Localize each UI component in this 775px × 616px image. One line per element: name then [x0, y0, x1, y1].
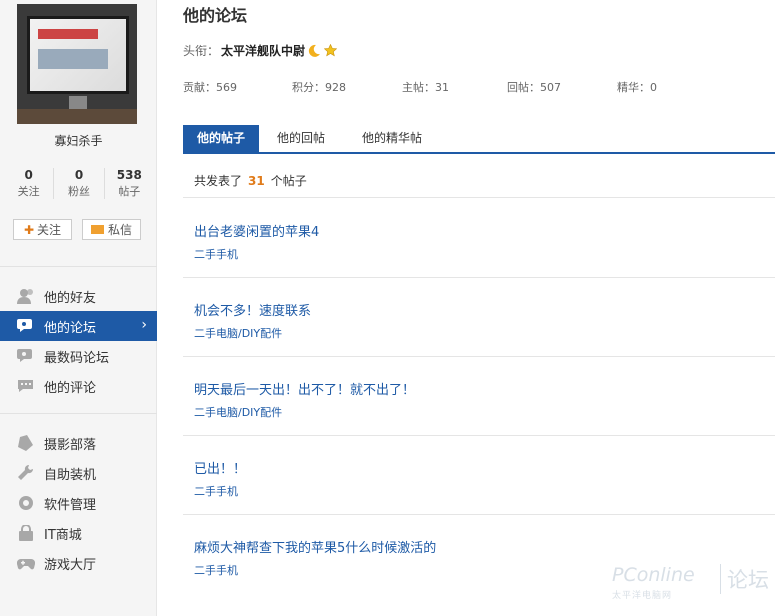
divider [0, 266, 157, 267]
mail-icon [90, 225, 104, 234]
shop-icon [17, 525, 35, 541]
chevron-right-icon: › [141, 317, 147, 333]
stat-followers[interactable]: 0 粉丝 [54, 168, 105, 199]
sidebar-item-digital-forum[interactable]: 最数码论坛 [0, 341, 157, 371]
watermark-sub: 太平洋电脑网 [612, 591, 673, 601]
friends-icon [17, 288, 35, 304]
sidebar-item-label: 他的论坛 [44, 320, 97, 336]
message-button[interactable]: 私信 [82, 219, 141, 240]
count-value: 31 [248, 174, 265, 188]
count-suffix: 个帖子 [270, 174, 307, 188]
list-item: 机会不多！速度联系 二手电脑/DIY配件 [183, 277, 775, 357]
info-points: 积分：928 [292, 81, 346, 94]
list-item: 出台老婆闲置的苹果4 二手手机 [183, 198, 775, 278]
list-item: 已出！！ 二手手机 [183, 435, 775, 515]
post-title-link[interactable]: 出台老婆闲置的苹果4 [194, 221, 319, 240]
post-category-link[interactable]: 二手手机 [194, 562, 238, 578]
stat-value: 538 [116, 168, 142, 182]
sidebar-item-label: 自助装机 [44, 467, 97, 483]
watermark-forum: 论坛 [720, 564, 769, 594]
digital-forum-icon [17, 348, 35, 364]
sidebar-nav-secondary: 摄影部落 自助装机 软件管理 IT商城 游戏大厅 [0, 428, 157, 578]
info-featured: 精华：0 [617, 81, 657, 94]
stat-label: 帖子 [118, 185, 141, 198]
stat-label: 粉丝 [67, 185, 90, 198]
sidebar-item-games[interactable]: 游戏大厅 [0, 548, 157, 578]
tab-his-featured[interactable]: 他的精华帖 [347, 125, 437, 152]
info-topics: 主帖：31 [402, 81, 449, 94]
stat-label: 关注 [17, 185, 40, 198]
post-category-link[interactable]: 二手电脑/DIY配件 [194, 404, 282, 420]
list-item: 明天最后一天出！出不了！就不出了！ 二手电脑/DIY配件 [183, 356, 775, 436]
follow-label: 关注 [37, 223, 62, 237]
gamepad-icon [17, 555, 35, 571]
sidebar-item-software[interactable]: 软件管理 [0, 488, 157, 518]
stat-following[interactable]: 0 关注 [4, 168, 55, 199]
sidebar-nav-primary: 他的好友 他的论坛 › 最数码论坛 他的评论 [0, 281, 157, 401]
user-stats: 0 关注 0 粉丝 538 帖子 [4, 168, 154, 199]
comment-icon [17, 378, 35, 394]
post-title-link[interactable]: 机会不多！速度联系 [194, 300, 311, 319]
stat-value: 0 [74, 168, 84, 182]
tab-his-replies[interactable]: 他的回帖 [265, 125, 337, 152]
wrench-icon [17, 465, 35, 481]
stat-posts[interactable]: 538 帖子 [105, 168, 154, 199]
stat-value: 0 [24, 168, 33, 182]
page-title: 他的论坛 [183, 6, 248, 25]
sidebar-item-label: 游戏大厅 [44, 557, 97, 573]
software-icon [17, 495, 35, 511]
photo-icon [17, 435, 35, 451]
post-tabs: 他的帖子 他的回帖 他的精华帖 [183, 125, 775, 154]
message-label: 私信 [107, 223, 132, 237]
avatar-monitor-image [27, 16, 129, 94]
sidebar-item-label: IT商城 [44, 527, 82, 543]
sidebar-item-photo[interactable]: 摄影部落 [0, 428, 157, 458]
star-icon [323, 43, 338, 57]
sidebar-item-it-shop[interactable]: IT商城 [0, 518, 157, 548]
sidebar-item-comments[interactable]: 他的评论 [0, 371, 157, 401]
user-rank: 头衔： 太平洋舰队中尉 [183, 42, 338, 59]
divider [0, 413, 157, 414]
sidebar-item-label: 他的评论 [44, 380, 97, 396]
username[interactable]: 寡妇杀手 [0, 132, 157, 149]
sidebar-item-friends[interactable]: 他的好友 [0, 281, 157, 311]
watermark-brand: PConline [612, 564, 695, 586]
post-category-link[interactable]: 二手手机 [194, 483, 238, 499]
info-replies: 回帖：507 [507, 81, 561, 94]
sidebar-item-diy[interactable]: 自助装机 [0, 458, 157, 488]
rank-label: 头衔： [183, 44, 220, 58]
forum-icon [17, 318, 35, 334]
profile-sidebar: 寡妇杀手 0 关注 0 粉丝 538 帖子 ✚ 关注 私信 他的好友 他的论坛 … [0, 0, 157, 616]
avatar[interactable] [17, 4, 137, 124]
tab-his-posts[interactable]: 他的帖子 [183, 125, 259, 152]
sidebar-item-label: 最数码论坛 [44, 350, 110, 366]
rank-value: 太平洋舰队中尉 [221, 44, 306, 58]
post-category-link[interactable]: 二手手机 [194, 246, 238, 262]
info-contribution: 贡献：569 [183, 81, 237, 94]
moon-icon [308, 44, 321, 57]
post-count: 共发表了 31 个帖子 [194, 172, 307, 189]
post-category-link[interactable]: 二手电脑/DIY配件 [194, 325, 282, 341]
post-title-link[interactable]: 已出！！ [194, 458, 246, 477]
sidebar-item-forum[interactable]: 他的论坛 › [0, 311, 157, 341]
post-title-link[interactable]: 麻烦大神帮查下我的苹果5什么时候激活的 [194, 537, 436, 556]
sidebar-item-label: 软件管理 [44, 497, 97, 513]
pconline-watermark: PConline 太平洋电脑网 论坛 [612, 558, 772, 602]
sidebar-item-label: 他的好友 [44, 290, 97, 306]
follow-button[interactable]: ✚ 关注 [13, 219, 72, 240]
plus-icon: ✚ [23, 222, 35, 237]
count-prefix: 共发表了 [194, 174, 243, 188]
sidebar-item-label: 摄影部落 [44, 437, 97, 453]
post-title-link[interactable]: 明天最后一天出！出不了！就不出了！ [194, 379, 415, 398]
